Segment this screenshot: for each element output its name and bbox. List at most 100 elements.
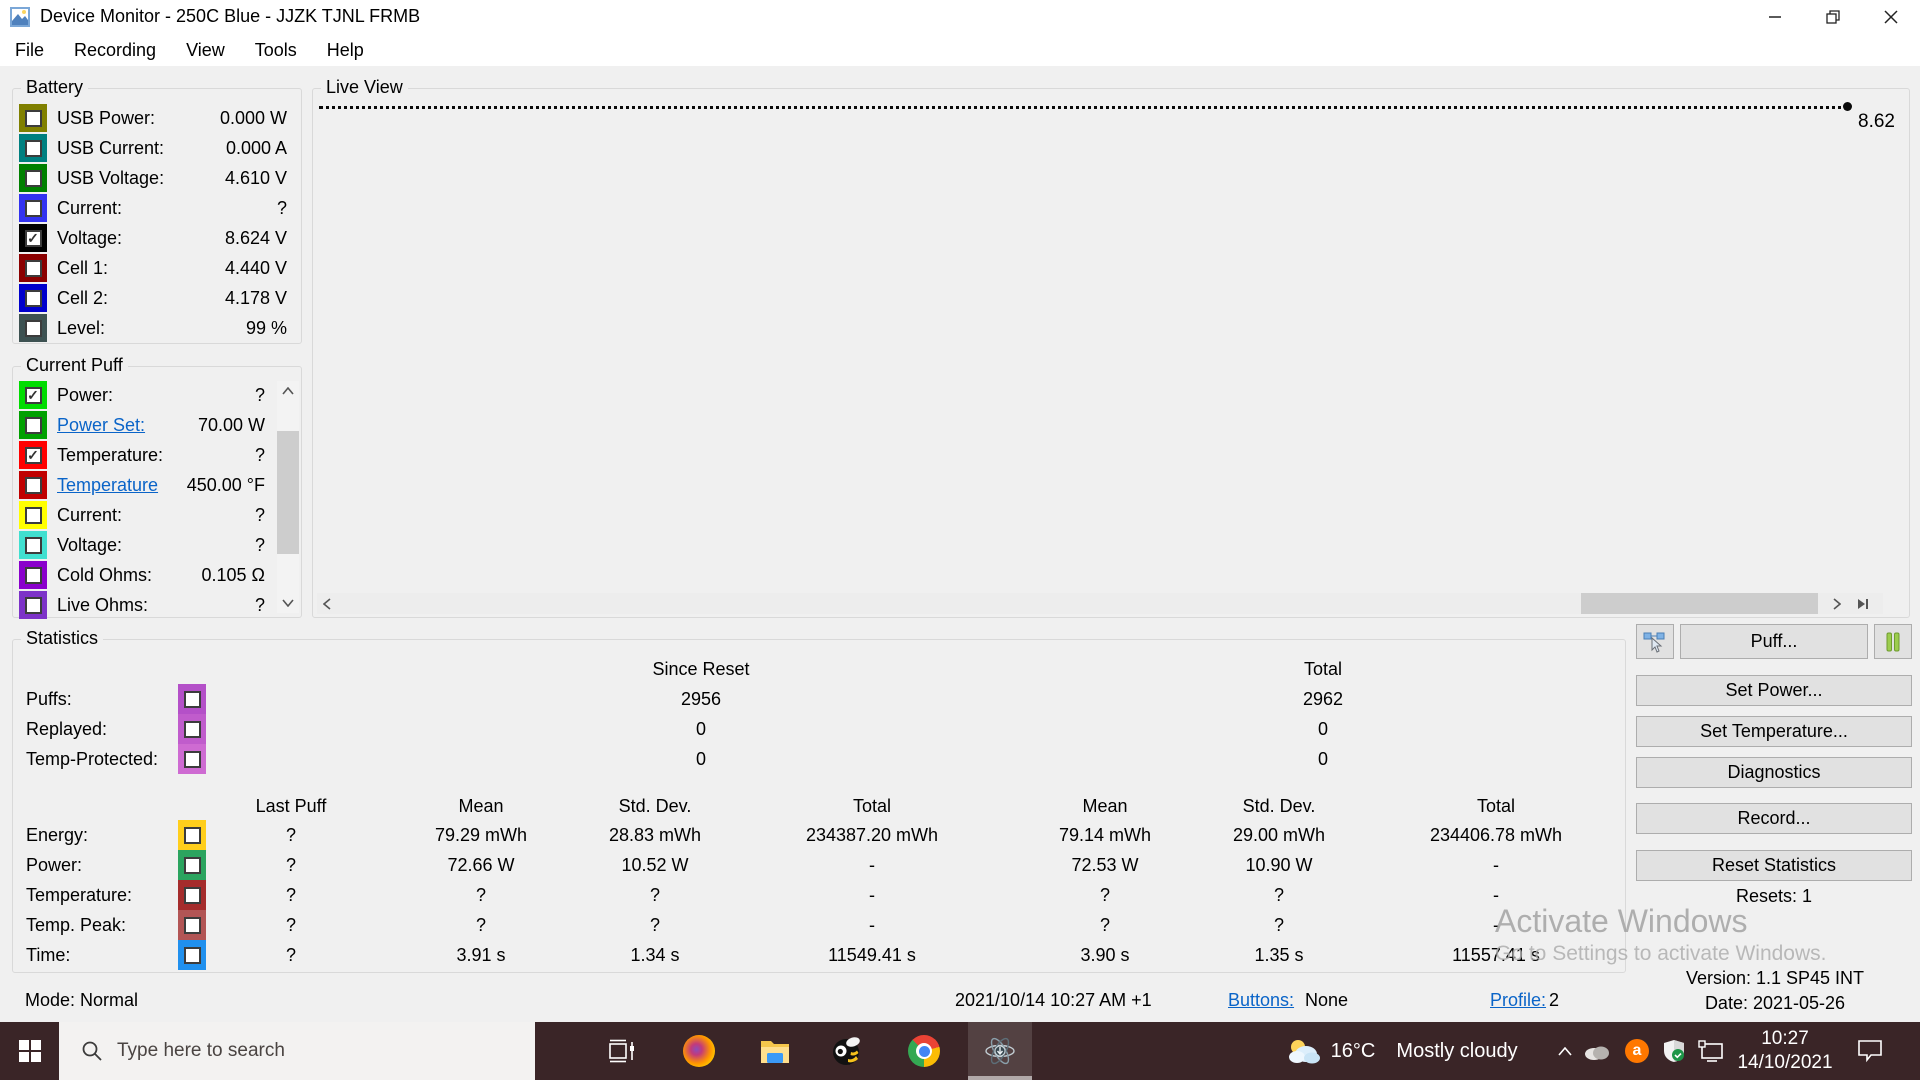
scroll-to-end-button[interactable] — [1853, 593, 1873, 614]
cell: ? — [285, 885, 297, 905]
scroll-up-button[interactable] — [277, 381, 299, 401]
series-value: 70.00 W — [197, 415, 265, 435]
weather-condition[interactable]: Mostly cloudy — [1382, 1022, 1532, 1080]
col-header: Std. Dev. — [1242, 796, 1316, 816]
set-power-button[interactable]: Set Power... — [1636, 675, 1912, 706]
scroll-right-button[interactable] — [1827, 593, 1847, 614]
statistics-group: Statistics Since Reset Total Puffs: 2956… — [12, 628, 1626, 973]
taskbar-search[interactable]: Type here to search — [59, 1022, 535, 1080]
series-checkbox[interactable] — [178, 714, 206, 744]
series-checkbox[interactable] — [178, 820, 206, 850]
checkbox: ✓ — [24, 319, 42, 337]
series-value: ? — [254, 445, 265, 465]
series-value: ? — [276, 198, 287, 218]
menu-view[interactable]: View — [171, 34, 240, 66]
windows-security-tray-icon[interactable] — [1659, 1022, 1689, 1080]
series-checkbox[interactable] — [178, 940, 206, 970]
puff-monitor-button[interactable] — [1636, 624, 1674, 659]
row-label: Temp. Peak: — [26, 915, 127, 935]
menu-recording[interactable]: Recording — [59, 34, 171, 66]
temperature-set-link[interactable]: Temperature — [57, 470, 158, 500]
series-checkbox[interactable] — [178, 850, 206, 880]
series-checkbox[interactable]: ✓ — [19, 561, 47, 589]
escribe-bee-taskbar-button[interactable] — [823, 1022, 871, 1080]
puff-select-icon — [1643, 632, 1665, 653]
record-button[interactable]: Record... — [1636, 803, 1912, 834]
series-checkbox[interactable]: ✓ — [19, 591, 47, 619]
menu-help[interactable]: Help — [312, 34, 379, 66]
action-center-button[interactable] — [1848, 1022, 1892, 1080]
scroll-down-button[interactable] — [277, 593, 299, 613]
series-checkbox[interactable] — [178, 880, 206, 910]
series-checkbox[interactable]: ✓ — [19, 254, 47, 282]
power-set-link[interactable]: Power Set: — [57, 410, 145, 440]
diagnostics-button[interactable]: Diagnostics — [1636, 757, 1912, 788]
checkbox: ✓ — [24, 259, 42, 277]
series-checkbox[interactable]: ✓ — [19, 471, 47, 499]
buttons-value: None — [1305, 990, 1349, 1010]
series-checkbox[interactable] — [178, 744, 206, 774]
task-view-icon — [609, 1039, 634, 1063]
voltage-trace-point — [1843, 102, 1852, 111]
scrollbar-thumb[interactable] — [277, 431, 299, 554]
weather-temperature[interactable]: 16°C — [1328, 1022, 1378, 1080]
weather-widget[interactable] — [1282, 1022, 1326, 1080]
start-button[interactable] — [0, 1022, 59, 1080]
series-checkbox[interactable]: ✓ — [19, 381, 47, 409]
series-checkbox[interactable]: ✓ — [19, 134, 47, 162]
series-checkbox[interactable]: ✓ — [19, 441, 47, 469]
taskbar-clock[interactable]: 10:27 14/10/2021 — [1715, 1022, 1855, 1080]
current-puff-scrollbar[interactable] — [277, 381, 299, 613]
checkbox: ✓ — [24, 596, 42, 614]
series-checkbox[interactable]: ✓ — [19, 224, 47, 252]
series-checkbox[interactable]: ✓ — [19, 164, 47, 192]
series-value: 0.000 W — [219, 108, 287, 128]
cell: - — [869, 915, 875, 935]
col-header: Mean — [1082, 796, 1128, 816]
series-checkbox[interactable] — [178, 684, 206, 714]
series-checkbox[interactable]: ✓ — [19, 314, 47, 342]
file-explorer-taskbar-button[interactable] — [751, 1022, 799, 1080]
series-value: ? — [254, 505, 265, 525]
chevron-right-icon — [1833, 597, 1841, 610]
scroll-left-button[interactable] — [317, 593, 337, 614]
checkbox: ✓ — [24, 416, 42, 434]
series-checkbox[interactable] — [178, 910, 206, 940]
avast-tray-icon[interactable]: a — [1622, 1022, 1652, 1080]
menu-tools[interactable]: Tools — [240, 34, 312, 66]
series-checkbox[interactable]: ✓ — [19, 194, 47, 222]
pause-button[interactable] — [1874, 624, 1912, 659]
minimize-button[interactable] — [1746, 0, 1804, 34]
checkbox: ✓ — [24, 476, 42, 494]
counter-total: 2962 — [1302, 689, 1344, 709]
device-monitor-taskbar-button[interactable] — [968, 1022, 1032, 1080]
series-label: USB Voltage: — [57, 168, 165, 188]
profile-link[interactable]: Profile: — [1490, 990, 1546, 1011]
task-view-button[interactable] — [598, 1022, 646, 1080]
scrollbar-thumb[interactable] — [1581, 593, 1818, 614]
series-label: Cell 2: — [57, 288, 109, 308]
menu-file[interactable]: File — [0, 34, 59, 66]
row-label: Temperature: — [26, 885, 133, 905]
file-explorer-icon — [761, 1041, 789, 1063]
series-checkbox[interactable]: ✓ — [19, 411, 47, 439]
series-checkbox[interactable]: ✓ — [19, 104, 47, 132]
onedrive-tray-icon[interactable] — [1582, 1022, 1612, 1080]
puff-button-label: Puff... — [1750, 631, 1798, 651]
series-checkbox[interactable]: ✓ — [19, 531, 47, 559]
app-icon — [10, 7, 30, 27]
series-checkbox[interactable]: ✓ — [19, 501, 47, 529]
series-checkbox[interactable]: ✓ — [19, 284, 47, 312]
firefox-taskbar-button[interactable] — [675, 1022, 723, 1080]
reset-statistics-button[interactable]: Reset Statistics — [1636, 850, 1912, 881]
set-temperature-button[interactable]: Set Temperature... — [1636, 716, 1912, 747]
chrome-taskbar-button[interactable] — [900, 1022, 948, 1080]
close-icon — [1884, 10, 1898, 24]
counter-label: Temp-Protected: — [26, 749, 159, 769]
buttons-link[interactable]: Buttons: — [1228, 990, 1294, 1011]
live-view-scrollbar[interactable] — [317, 593, 1883, 614]
tray-expand-button[interactable] — [1550, 1022, 1580, 1080]
puff-button[interactable]: Puff... — [1680, 624, 1868, 659]
close-button[interactable] — [1862, 0, 1920, 34]
restore-button[interactable] — [1804, 0, 1862, 34]
